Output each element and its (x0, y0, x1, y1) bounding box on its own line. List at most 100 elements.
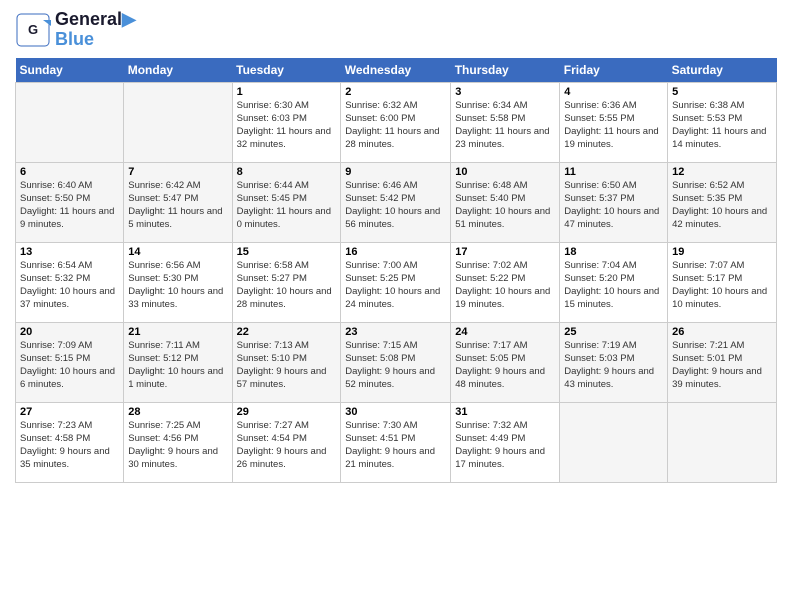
day-detail: Sunrise: 7:07 AMSunset: 5:17 PMDaylight:… (672, 259, 772, 312)
day-number: 23 (345, 326, 446, 338)
weekday-header-tuesday: Tuesday (232, 58, 341, 83)
calendar-week-4: 20Sunrise: 7:09 AMSunset: 5:15 PMDayligh… (16, 322, 777, 402)
calendar-cell: 22Sunrise: 7:13 AMSunset: 5:10 PMDayligh… (232, 322, 341, 402)
day-number: 13 (20, 246, 119, 258)
day-detail: Sunrise: 7:09 AMSunset: 5:15 PMDaylight:… (20, 339, 119, 392)
calendar-cell: 12Sunrise: 6:52 AMSunset: 5:35 PMDayligh… (668, 162, 777, 242)
day-number: 21 (128, 326, 227, 338)
day-number: 6 (20, 166, 119, 178)
day-number: 5 (672, 86, 772, 98)
day-detail: Sunrise: 7:15 AMSunset: 5:08 PMDaylight:… (345, 339, 446, 392)
calendar-cell: 18Sunrise: 7:04 AMSunset: 5:20 PMDayligh… (560, 242, 668, 322)
day-number: 28 (128, 406, 227, 418)
calendar-cell: 17Sunrise: 7:02 AMSunset: 5:22 PMDayligh… (451, 242, 560, 322)
header: G General▶ Blue (15, 10, 777, 50)
calendar-cell: 13Sunrise: 6:54 AMSunset: 5:32 PMDayligh… (16, 242, 124, 322)
day-number: 22 (237, 326, 337, 338)
day-detail: Sunrise: 6:34 AMSunset: 5:58 PMDaylight:… (455, 99, 555, 152)
main-container: G General▶ Blue SundayMondayTuesdayWedne… (0, 0, 792, 493)
day-number: 8 (237, 166, 337, 178)
day-detail: Sunrise: 7:13 AMSunset: 5:10 PMDaylight:… (237, 339, 337, 392)
calendar-cell: 11Sunrise: 6:50 AMSunset: 5:37 PMDayligh… (560, 162, 668, 242)
calendar-cell: 16Sunrise: 7:00 AMSunset: 5:25 PMDayligh… (341, 242, 451, 322)
day-number: 27 (20, 406, 119, 418)
day-detail: Sunrise: 6:36 AMSunset: 5:55 PMDaylight:… (564, 99, 663, 152)
day-detail: Sunrise: 6:50 AMSunset: 5:37 PMDaylight:… (564, 179, 663, 232)
calendar-cell: 30Sunrise: 7:30 AMSunset: 4:51 PMDayligh… (341, 402, 451, 482)
calendar-cell (560, 402, 668, 482)
calendar-cell: 28Sunrise: 7:25 AMSunset: 4:56 PMDayligh… (124, 402, 232, 482)
day-detail: Sunrise: 6:38 AMSunset: 5:53 PMDaylight:… (672, 99, 772, 152)
day-number: 1 (237, 86, 337, 98)
calendar-cell: 2Sunrise: 6:32 AMSunset: 6:00 PMDaylight… (341, 82, 451, 162)
day-detail: Sunrise: 6:32 AMSunset: 6:00 PMDaylight:… (345, 99, 446, 152)
calendar-cell: 26Sunrise: 7:21 AMSunset: 5:01 PMDayligh… (668, 322, 777, 402)
calendar-cell: 27Sunrise: 7:23 AMSunset: 4:58 PMDayligh… (16, 402, 124, 482)
day-number: 4 (564, 86, 663, 98)
day-detail: Sunrise: 6:58 AMSunset: 5:27 PMDaylight:… (237, 259, 337, 312)
calendar-cell: 24Sunrise: 7:17 AMSunset: 5:05 PMDayligh… (451, 322, 560, 402)
calendar-cell: 23Sunrise: 7:15 AMSunset: 5:08 PMDayligh… (341, 322, 451, 402)
day-number: 19 (672, 246, 772, 258)
day-number: 7 (128, 166, 227, 178)
day-number: 29 (237, 406, 337, 418)
calendar-cell (16, 82, 124, 162)
weekday-header-thursday: Thursday (451, 58, 560, 83)
day-number: 20 (20, 326, 119, 338)
day-detail: Sunrise: 7:11 AMSunset: 5:12 PMDaylight:… (128, 339, 227, 392)
day-number: 26 (672, 326, 772, 338)
day-detail: Sunrise: 7:19 AMSunset: 5:03 PMDaylight:… (564, 339, 663, 392)
calendar-cell: 29Sunrise: 7:27 AMSunset: 4:54 PMDayligh… (232, 402, 341, 482)
calendar-cell (124, 82, 232, 162)
logo-text-general: General▶ (55, 10, 136, 30)
calendar-cell: 15Sunrise: 6:58 AMSunset: 5:27 PMDayligh… (232, 242, 341, 322)
calendar-cell: 31Sunrise: 7:32 AMSunset: 4:49 PMDayligh… (451, 402, 560, 482)
calendar-cell: 3Sunrise: 6:34 AMSunset: 5:58 PMDaylight… (451, 82, 560, 162)
day-number: 30 (345, 406, 446, 418)
day-detail: Sunrise: 6:40 AMSunset: 5:50 PMDaylight:… (20, 179, 119, 232)
day-detail: Sunrise: 6:52 AMSunset: 5:35 PMDaylight:… (672, 179, 772, 232)
day-number: 11 (564, 166, 663, 178)
calendar-week-3: 13Sunrise: 6:54 AMSunset: 5:32 PMDayligh… (16, 242, 777, 322)
day-detail: Sunrise: 6:56 AMSunset: 5:30 PMDaylight:… (128, 259, 227, 312)
day-detail: Sunrise: 7:25 AMSunset: 4:56 PMDaylight:… (128, 419, 227, 472)
calendar-cell: 25Sunrise: 7:19 AMSunset: 5:03 PMDayligh… (560, 322, 668, 402)
day-number: 9 (345, 166, 446, 178)
day-number: 16 (345, 246, 446, 258)
calendar-cell: 20Sunrise: 7:09 AMSunset: 5:15 PMDayligh… (16, 322, 124, 402)
day-detail: Sunrise: 6:42 AMSunset: 5:47 PMDaylight:… (128, 179, 227, 232)
day-number: 15 (237, 246, 337, 258)
logo-icon: G (15, 12, 51, 48)
weekday-header-saturday: Saturday (668, 58, 777, 83)
day-detail: Sunrise: 7:17 AMSunset: 5:05 PMDaylight:… (455, 339, 555, 392)
weekday-header-sunday: Sunday (16, 58, 124, 83)
day-detail: Sunrise: 7:00 AMSunset: 5:25 PMDaylight:… (345, 259, 446, 312)
calendar-cell: 1Sunrise: 6:30 AMSunset: 6:03 PMDaylight… (232, 82, 341, 162)
calendar-cell (668, 402, 777, 482)
day-detail: Sunrise: 7:02 AMSunset: 5:22 PMDaylight:… (455, 259, 555, 312)
calendar-week-5: 27Sunrise: 7:23 AMSunset: 4:58 PMDayligh… (16, 402, 777, 482)
day-detail: Sunrise: 6:54 AMSunset: 5:32 PMDaylight:… (20, 259, 119, 312)
weekday-header-wednesday: Wednesday (341, 58, 451, 83)
day-detail: Sunrise: 7:30 AMSunset: 4:51 PMDaylight:… (345, 419, 446, 472)
day-detail: Sunrise: 7:23 AMSunset: 4:58 PMDaylight:… (20, 419, 119, 472)
calendar-cell: 6Sunrise: 6:40 AMSunset: 5:50 PMDaylight… (16, 162, 124, 242)
logo: G General▶ Blue (15, 10, 136, 50)
calendar-week-2: 6Sunrise: 6:40 AMSunset: 5:50 PMDaylight… (16, 162, 777, 242)
day-number: 17 (455, 246, 555, 258)
calendar-cell: 7Sunrise: 6:42 AMSunset: 5:47 PMDaylight… (124, 162, 232, 242)
day-number: 18 (564, 246, 663, 258)
weekday-header-friday: Friday (560, 58, 668, 83)
weekday-header-row: SundayMondayTuesdayWednesdayThursdayFrid… (16, 58, 777, 83)
calendar-cell: 19Sunrise: 7:07 AMSunset: 5:17 PMDayligh… (668, 242, 777, 322)
calendar-week-1: 1Sunrise: 6:30 AMSunset: 6:03 PMDaylight… (16, 82, 777, 162)
day-number: 25 (564, 326, 663, 338)
calendar-cell: 14Sunrise: 6:56 AMSunset: 5:30 PMDayligh… (124, 242, 232, 322)
svg-text:G: G (28, 22, 38, 37)
day-detail: Sunrise: 7:04 AMSunset: 5:20 PMDaylight:… (564, 259, 663, 312)
calendar-table: SundayMondayTuesdayWednesdayThursdayFrid… (15, 58, 777, 483)
day-number: 31 (455, 406, 555, 418)
day-detail: Sunrise: 6:46 AMSunset: 5:42 PMDaylight:… (345, 179, 446, 232)
logo-text-blue: Blue (55, 30, 136, 50)
calendar-cell: 4Sunrise: 6:36 AMSunset: 5:55 PMDaylight… (560, 82, 668, 162)
